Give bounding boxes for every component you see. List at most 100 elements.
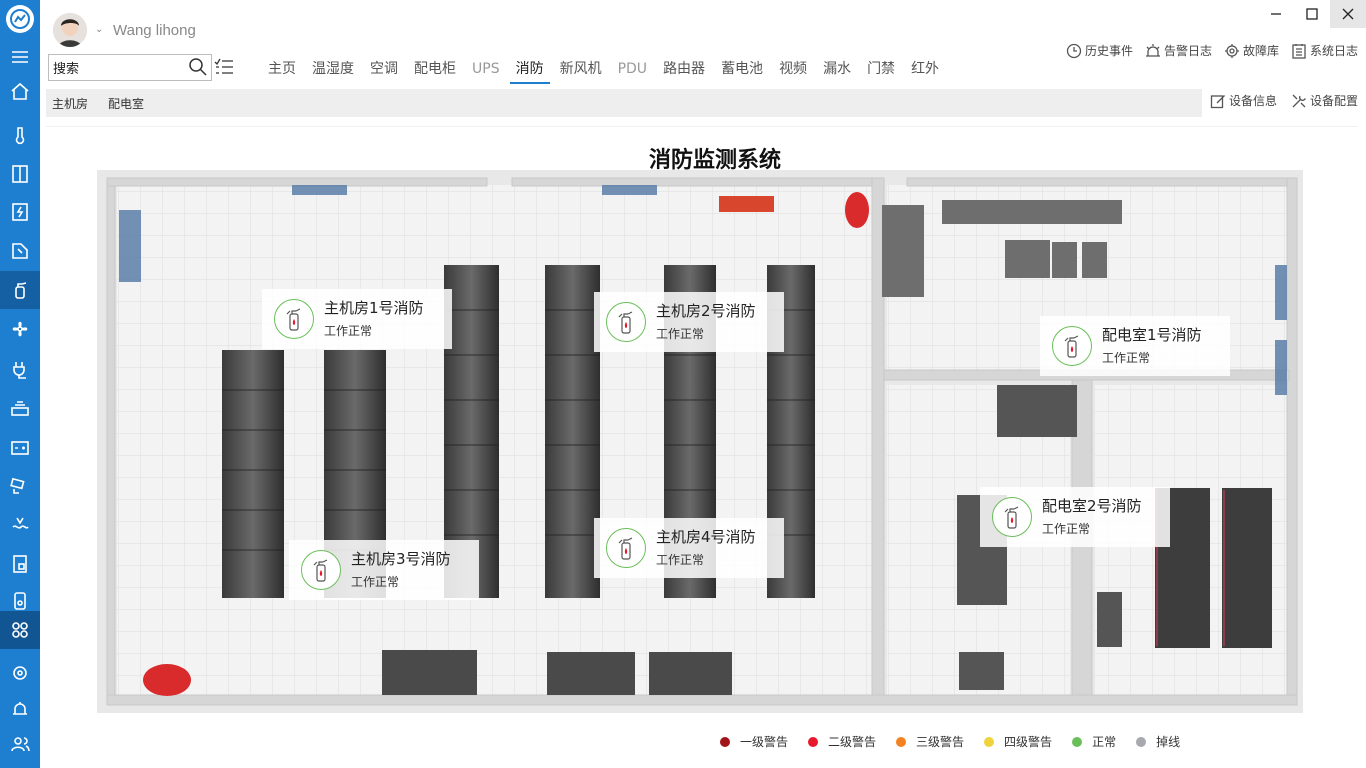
tab-water-leak[interactable]: 漏水	[817, 58, 857, 84]
legend-dot	[1072, 736, 1083, 747]
minimize-icon[interactable]	[1258, 0, 1294, 28]
power-cabinet-icon[interactable]	[0, 193, 40, 231]
fire-unit-status: 工作正常	[1042, 522, 1091, 536]
fire-unit-card[interactable]: 主机房4号消防 工作正常	[594, 518, 784, 578]
search-input[interactable]	[49, 55, 179, 80]
tab-access-control[interactable]: 门禁	[861, 58, 901, 84]
legend-item: 四级警告	[984, 733, 1052, 750]
tab-home[interactable]: 主页	[262, 58, 302, 84]
search-icon[interactable]	[188, 57, 208, 77]
history-events-label: 历史事件	[1084, 44, 1133, 58]
fire-unit-card[interactable]: 主机房3号消防 工作正常	[289, 540, 479, 600]
fire-extinguisher-icon	[274, 299, 314, 339]
app-logo-icon	[6, 5, 34, 33]
breadcrumb-main-room[interactable]: 主机房	[52, 95, 88, 112]
tab-air-conditioner[interactable]: 空调	[364, 58, 404, 84]
tab-pdu[interactable]: PDU	[612, 58, 653, 84]
fire-tank-top	[845, 192, 869, 228]
alarm-icon	[1145, 43, 1160, 57]
menu-icon[interactable]	[0, 38, 40, 76]
tab-infrared[interactable]: 红外	[905, 58, 945, 84]
log-list-icon	[1292, 43, 1306, 59]
fire-unit-status: 工作正常	[656, 553, 705, 567]
legend-label: 一级警告	[740, 735, 789, 749]
legend-label: 正常	[1092, 735, 1117, 749]
water-leak-icon[interactable]	[0, 505, 40, 543]
pdu-plug-icon[interactable]	[0, 350, 40, 388]
floor-plan	[97, 170, 1303, 713]
legend-item: 一级警告	[720, 733, 788, 750]
access-control-icon[interactable]	[0, 545, 40, 583]
tab-fresh-air[interactable]: 新风机	[554, 58, 608, 84]
legend-label: 三级警告	[916, 735, 965, 749]
ups-icon[interactable]	[0, 232, 40, 270]
user-name[interactable]: Wang lihong	[113, 22, 196, 39]
tab-power-cabinet[interactable]: 配电柜	[408, 58, 462, 84]
fire-unit-status: 工作正常	[1102, 351, 1151, 365]
router-icon[interactable]	[0, 390, 40, 428]
home-icon[interactable]	[0, 72, 40, 110]
fire-unit-card[interactable]: 配电室1号消防 工作正常	[1040, 316, 1230, 376]
fire-unit-name: 配电室1号消防	[1102, 326, 1202, 344]
fire-extinguisher-icon	[606, 302, 646, 342]
device-config-button[interactable]: 设备配置	[1291, 92, 1358, 109]
legend-dot	[984, 736, 995, 747]
tab-ups[interactable]: UPS	[466, 58, 506, 84]
fire-unit-card[interactable]: 主机房2号消防 工作正常	[594, 292, 784, 352]
fire-unit-name: 主机房3号消防	[351, 550, 451, 568]
alarm-log-label: 告警日志	[1163, 44, 1212, 58]
modules-icon[interactable]	[0, 611, 40, 649]
system-log-label: 系统日志	[1309, 44, 1358, 58]
device-tabs: 主页 温湿度 空调 配电柜 UPS 消防 新风机 PDU 路由器 蓄电池 视频 …	[262, 58, 949, 84]
system-log-button[interactable]: 系统日志	[1291, 42, 1358, 59]
fan-icon[interactable]	[0, 310, 40, 348]
fire-device-wall	[719, 196, 774, 212]
battery-icon[interactable]	[0, 428, 40, 466]
alarm-bell-icon[interactable]	[0, 690, 40, 728]
device-info-button[interactable]: 设备信息	[1210, 92, 1277, 109]
fire-extinguisher-icon	[992, 497, 1032, 537]
fault-library-label: 故障库	[1242, 44, 1279, 58]
legend-item: 二级警告	[808, 733, 876, 750]
breadcrumb-power-room[interactable]: 配电室	[108, 95, 144, 112]
camera-icon[interactable]	[0, 466, 40, 504]
tab-video[interactable]: 视频	[773, 58, 813, 84]
tab-fire[interactable]: 消防	[509, 58, 550, 84]
history-events-button[interactable]: 历史事件	[1066, 42, 1133, 59]
legend-label: 四级警告	[1004, 735, 1053, 749]
tab-battery[interactable]: 蓄电池	[715, 58, 769, 84]
fire-tank-bottom	[143, 664, 191, 696]
tab-router[interactable]: 路由器	[657, 58, 711, 84]
filter-list-icon[interactable]	[214, 58, 234, 76]
device-info-label: 设备信息	[1228, 94, 1277, 108]
fire-unit-card[interactable]: 配电室2号消防 工作正常	[980, 487, 1170, 547]
fire-extinguisher-icon	[1052, 326, 1092, 366]
fire-unit-name: 主机房2号消防	[656, 302, 756, 320]
legend-dot	[896, 736, 907, 747]
fire-extinguisher-icon[interactable]	[0, 271, 40, 309]
legend-dot	[720, 736, 730, 747]
legend-item: 掉线	[1136, 733, 1180, 750]
maximize-icon[interactable]	[1294, 0, 1330, 28]
clock-icon	[1066, 43, 1082, 58]
fire-extinguisher-icon	[606, 528, 646, 568]
legend-label: 掉线	[1156, 735, 1181, 749]
users-icon[interactable]	[0, 725, 40, 763]
edit-icon	[1210, 94, 1225, 108]
fire-unit-name: 配电室2号消防	[1042, 497, 1142, 515]
legend-dot	[808, 736, 819, 747]
window-controls	[1258, 0, 1366, 28]
fire-unit-name: 主机房4号消防	[656, 528, 756, 546]
alarm-log-button[interactable]: 告警日志	[1145, 42, 1212, 59]
close-icon[interactable]	[1330, 0, 1366, 28]
fault-library-button[interactable]: 故障库	[1224, 42, 1279, 59]
fire-unit-name: 主机房1号消防	[324, 299, 424, 317]
avatar[interactable]	[53, 13, 87, 47]
fire-unit-status: 工作正常	[324, 324, 373, 338]
fire-unit-card[interactable]: 主机房1号消防 工作正常	[262, 289, 452, 349]
tab-temp-humidity[interactable]: 温湿度	[306, 58, 360, 84]
chevron-down-icon[interactable]: ⌄	[95, 24, 103, 35]
fire-unit-status: 工作正常	[351, 575, 400, 589]
settings-gear-icon[interactable]	[0, 654, 40, 692]
legend-label: 二级警告	[828, 735, 877, 749]
